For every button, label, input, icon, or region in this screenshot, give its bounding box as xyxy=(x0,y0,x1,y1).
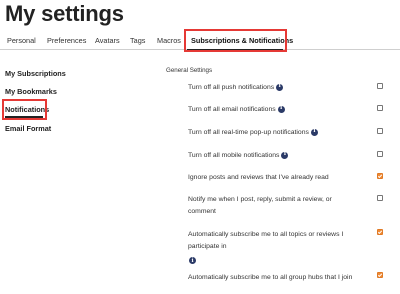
checkbox-popup-notifications[interactable] xyxy=(377,128,383,134)
option-label: Automatically subscribe me to all topics… xyxy=(188,231,344,250)
checkbox-notify-my-posts[interactable] xyxy=(377,195,383,201)
option-label: Automatically subscribe me to all group … xyxy=(188,274,353,281)
tab-personal[interactable]: Personal xyxy=(7,36,36,45)
info-icon[interactable]: i xyxy=(281,151,289,159)
option-label: Notify me when I post, reply, submit a r… xyxy=(188,196,332,215)
info-icon[interactable]: i xyxy=(276,83,284,91)
option-label: Turn off all mobile notifications i xyxy=(188,150,363,162)
checkbox-mobile-notifications[interactable] xyxy=(377,151,383,157)
sidebar-item-email-format[interactable]: Email Format xyxy=(5,124,51,133)
checkbox-email-notifications[interactable] xyxy=(377,105,383,111)
general-settings-heading: General Settings xyxy=(166,67,213,74)
info-icon[interactable]: i xyxy=(277,105,285,113)
tab-highlight-box xyxy=(184,29,287,52)
sidebar-item-my-subscriptions[interactable]: My Subscriptions xyxy=(5,69,66,78)
option-label: Turn off all push notifications i xyxy=(188,82,363,94)
tab-macros[interactable]: Macros xyxy=(157,36,181,45)
tab-avatars[interactable]: Avatars xyxy=(95,36,120,45)
checkbox-auto-subscribe-group-hubs[interactable] xyxy=(377,272,383,278)
option-label: Turn off all real-time pop-up notificati… xyxy=(188,127,363,139)
checkbox-push-notifications[interactable] xyxy=(377,83,383,89)
tab-preferences[interactable]: Preferences xyxy=(47,36,86,45)
page-title: My settings xyxy=(5,1,124,26)
option-label: Turn off all email notifications i xyxy=(188,104,363,116)
tab-tags[interactable]: Tags xyxy=(130,36,145,45)
option-label: Ignore posts and reviews that I've alrea… xyxy=(188,174,329,181)
checkbox-auto-subscribe-topics[interactable] xyxy=(377,229,383,235)
info-icon[interactable]: i xyxy=(189,257,196,264)
sidebar-item-my-bookmarks[interactable]: My Bookmarks xyxy=(5,87,57,96)
info-icon[interactable]: i xyxy=(310,128,318,136)
sidebar-highlight-box xyxy=(2,99,47,120)
checkbox-ignore-read-posts[interactable] xyxy=(377,173,383,179)
